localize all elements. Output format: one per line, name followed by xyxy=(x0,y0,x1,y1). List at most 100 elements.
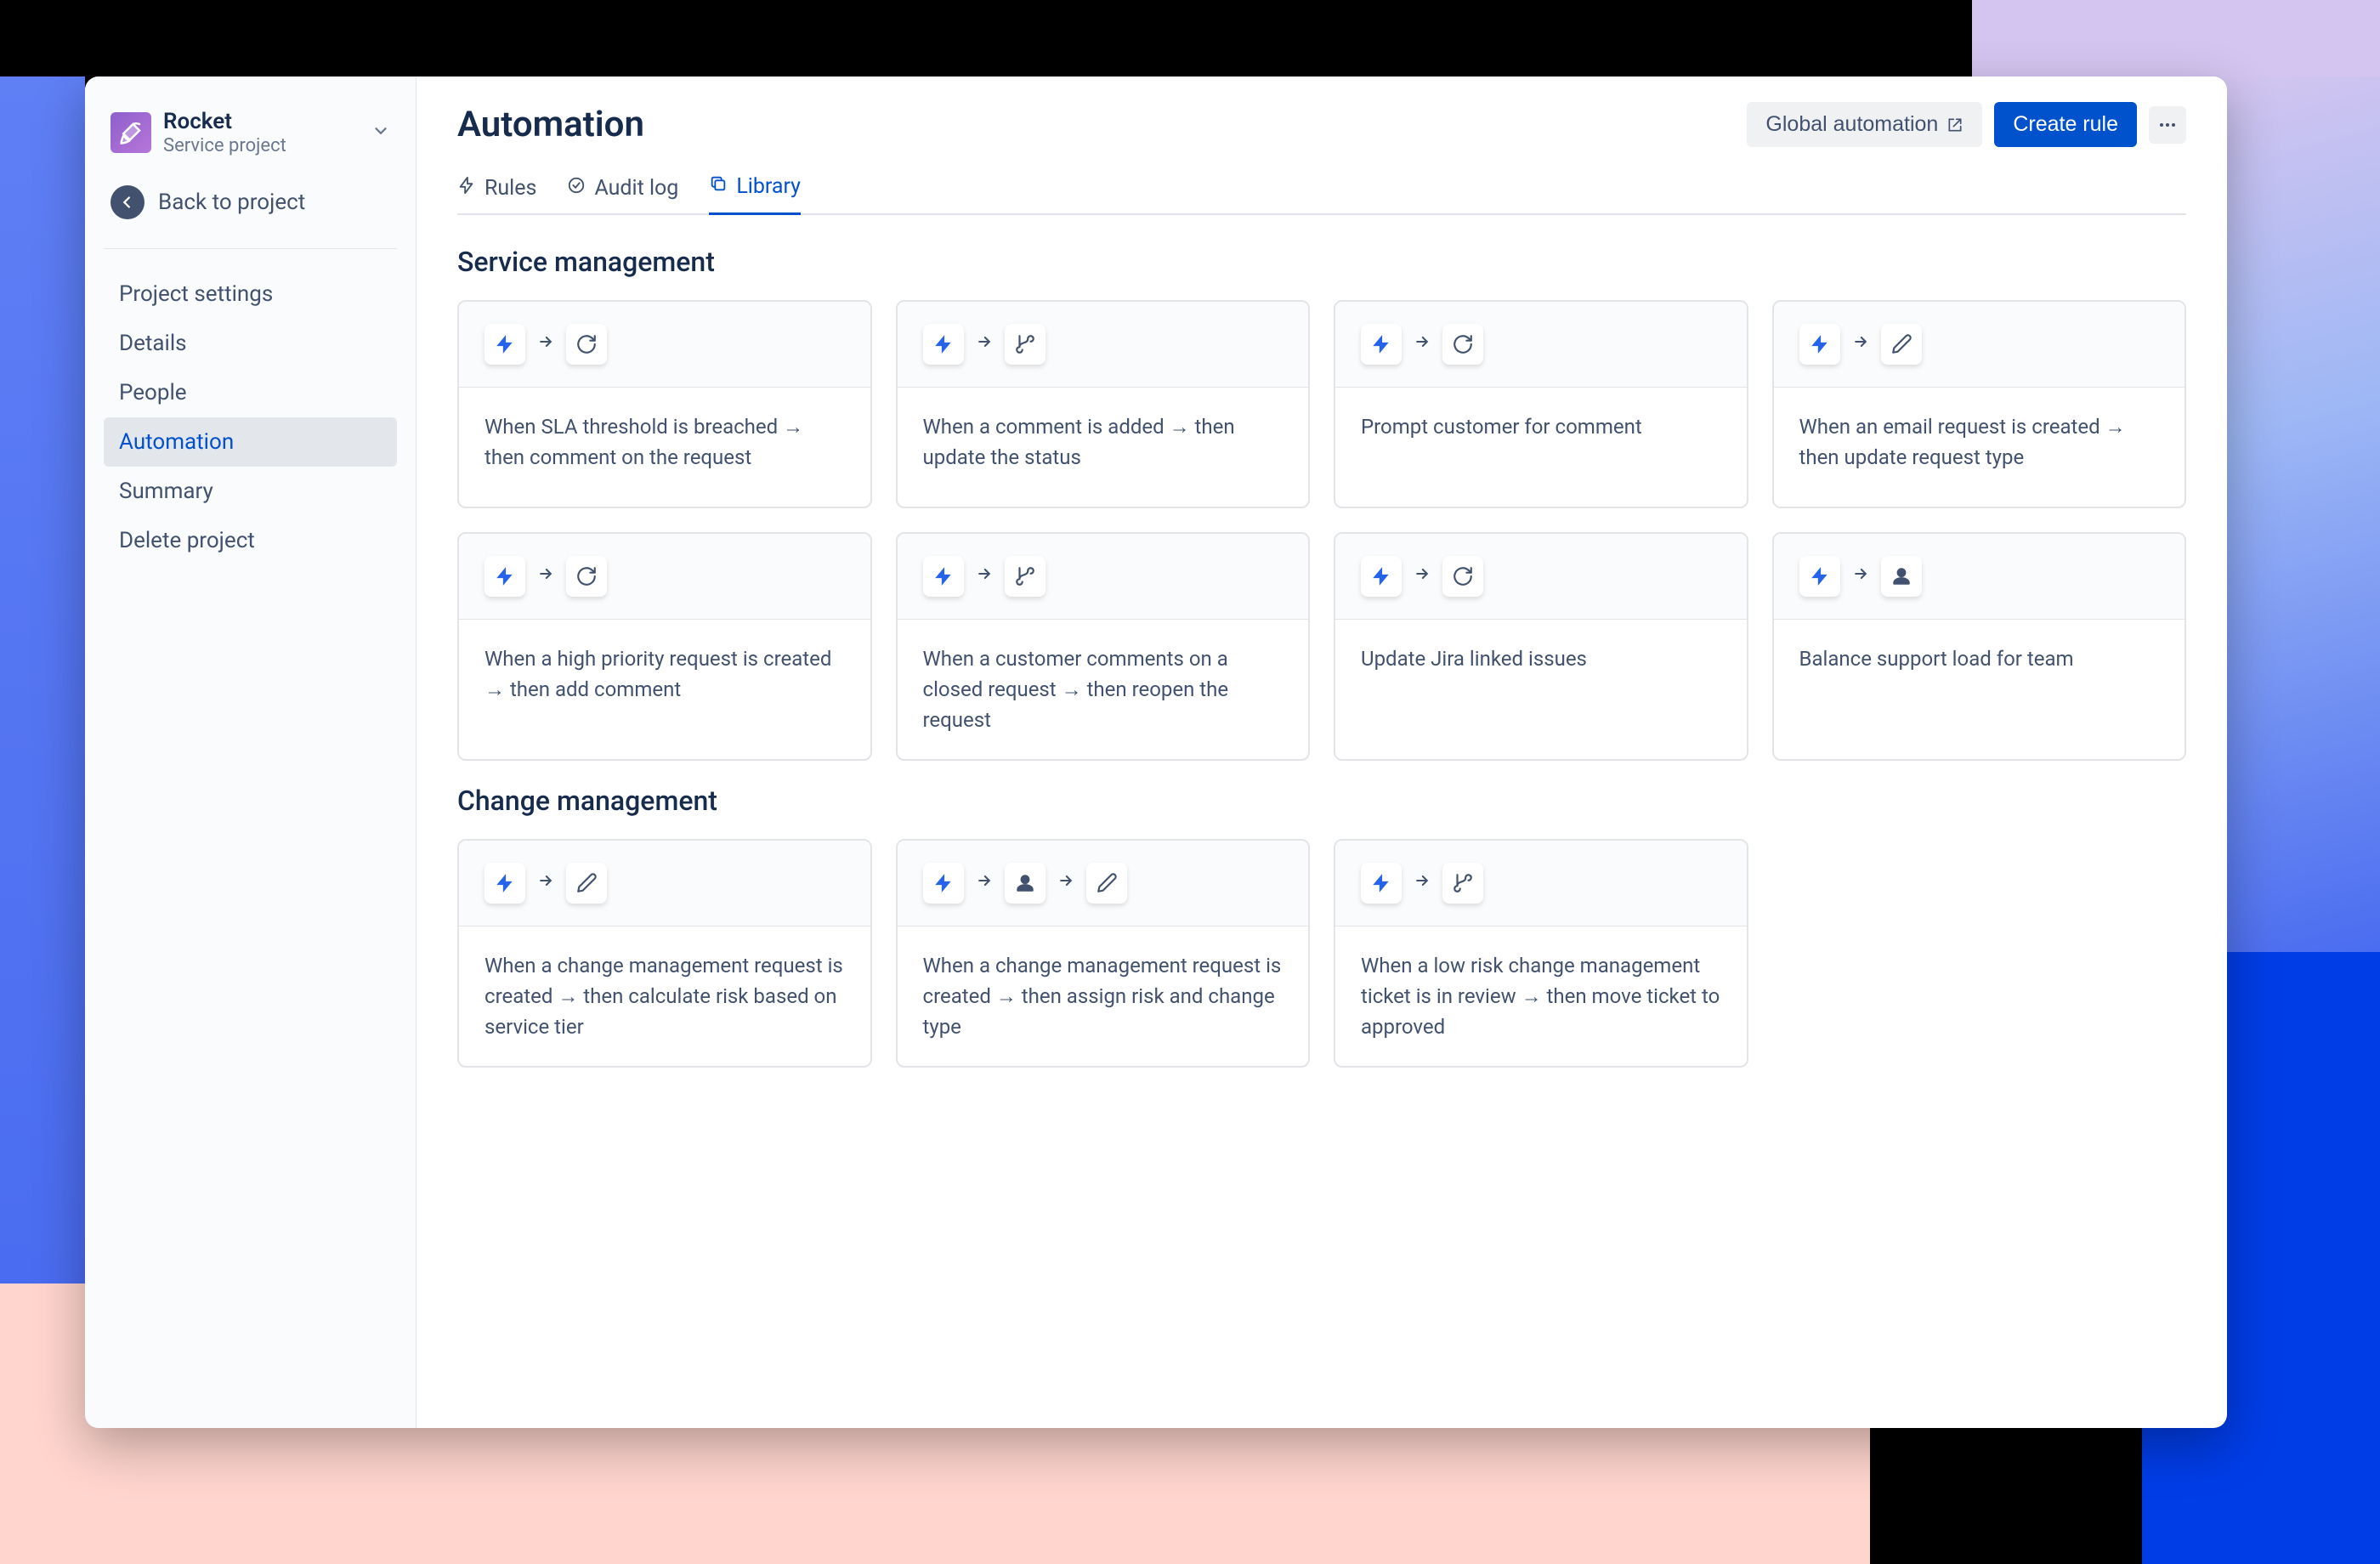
branch-icon xyxy=(1005,324,1046,365)
project-type: Service project xyxy=(163,135,360,156)
bolt-outline-icon xyxy=(457,176,476,201)
card-header xyxy=(1335,534,1747,620)
card-header xyxy=(898,302,1309,388)
tab-library[interactable]: Library xyxy=(709,167,801,215)
refresh-icon xyxy=(1442,324,1483,365)
nav-item-people[interactable]: People xyxy=(104,368,397,417)
bolt-icon xyxy=(1799,324,1840,365)
nav-item-project-settings[interactable]: Project settings xyxy=(104,269,397,319)
automation-card[interactable]: When a low risk change management ticket… xyxy=(1334,839,1748,1068)
card-header xyxy=(1774,534,2185,620)
tab-label: Library xyxy=(736,174,801,199)
create-rule-label: Create rule xyxy=(2013,112,2118,137)
nav-item-delete-project[interactable]: Delete project xyxy=(104,516,397,565)
card-grid: When SLA threshold is breached → then co… xyxy=(457,300,2186,761)
sections-container: Service management When SLA threshold is… xyxy=(457,246,2186,1068)
bolt-icon xyxy=(1361,324,1402,365)
card-description: When a change management request is crea… xyxy=(898,926,1309,1066)
bolt-icon xyxy=(1361,556,1402,597)
branch-icon xyxy=(1442,863,1483,904)
more-actions-button[interactable] xyxy=(2149,106,2186,144)
arrow-right-icon xyxy=(1852,333,1869,355)
more-icon xyxy=(2157,115,2178,135)
tab-label: Audit log xyxy=(594,176,678,201)
chevron-down-icon xyxy=(371,122,390,144)
automation-card[interactable]: Update Jira linked issues xyxy=(1334,532,1748,761)
project-name: Rocket xyxy=(163,109,360,135)
check-circle-icon xyxy=(567,176,586,201)
card-description: When a customer comments on a closed req… xyxy=(898,620,1309,759)
card-header xyxy=(1774,302,2185,388)
bolt-icon xyxy=(923,556,964,597)
main-content: Automation Global automation Create rule… xyxy=(416,76,2227,1428)
bolt-icon xyxy=(484,863,525,904)
card-description: When SLA threshold is breached → then co… xyxy=(459,388,870,507)
automation-card[interactable]: When an email request is created → then … xyxy=(1772,300,2187,508)
bolt-icon xyxy=(484,556,525,597)
automation-card[interactable]: When a comment is added → then update th… xyxy=(896,300,1311,508)
page-title: Automation xyxy=(457,104,644,145)
nav-item-summary[interactable]: Summary xyxy=(104,467,397,516)
page-header: Automation Global automation Create rule xyxy=(457,102,2186,147)
divider xyxy=(104,248,397,249)
project-info: Rocket Service project xyxy=(163,109,360,156)
global-automation-label: Global automation xyxy=(1765,112,1938,137)
person-icon xyxy=(1881,556,1922,597)
card-description: When an email request is created → then … xyxy=(1774,388,2185,507)
card-header xyxy=(898,534,1309,620)
external-link-icon xyxy=(1946,116,1964,133)
bolt-icon xyxy=(1361,863,1402,904)
automation-card[interactable]: When a change management request is crea… xyxy=(896,839,1311,1068)
automation-card[interactable]: When SLA threshold is breached → then co… xyxy=(457,300,872,508)
arrow-right-icon xyxy=(1852,565,1869,587)
card-description: Balance support load for team xyxy=(1774,620,2185,759)
arrow-right-icon xyxy=(1057,872,1074,894)
arrow-right-icon xyxy=(976,565,993,587)
arrow-right-icon xyxy=(537,333,554,355)
branch-icon xyxy=(1005,556,1046,597)
edit-icon xyxy=(1086,863,1127,904)
section-title: Change management xyxy=(457,785,2186,817)
card-header xyxy=(1335,302,1747,388)
project-switcher[interactable]: Rocket Service project xyxy=(104,102,397,168)
bolt-icon xyxy=(1799,556,1840,597)
create-rule-button[interactable]: Create rule xyxy=(1994,102,2137,147)
nav-item-details[interactable]: Details xyxy=(104,319,397,368)
edit-icon xyxy=(1881,324,1922,365)
edit-icon xyxy=(566,863,607,904)
card-header xyxy=(459,302,870,388)
decoration xyxy=(0,76,85,1284)
arrow-right-icon xyxy=(1414,872,1431,894)
back-to-project[interactable]: Back to project xyxy=(104,168,397,243)
card-header xyxy=(459,534,870,620)
arrow-right-icon xyxy=(537,872,554,894)
section-title: Service management xyxy=(457,246,2186,278)
header-actions: Global automation Create rule xyxy=(1747,102,2186,147)
arrow-right-icon xyxy=(537,565,554,587)
back-label: Back to project xyxy=(158,190,305,215)
card-header xyxy=(1335,841,1747,926)
automation-card[interactable]: Prompt customer for comment xyxy=(1334,300,1748,508)
app-window: Rocket Service project Back to project P… xyxy=(85,76,2227,1428)
refresh-icon xyxy=(1442,556,1483,597)
arrow-right-icon xyxy=(976,333,993,355)
refresh-icon xyxy=(566,324,607,365)
bolt-icon xyxy=(484,324,525,365)
global-automation-button[interactable]: Global automation xyxy=(1747,102,1982,147)
card-header xyxy=(898,841,1309,926)
nav-list: Project settingsDetailsPeopleAutomationS… xyxy=(104,269,397,565)
tab-rules[interactable]: Rules xyxy=(457,167,536,215)
automation-card[interactable]: Balance support load for team xyxy=(1772,532,2187,761)
decoration xyxy=(1972,0,2380,76)
automation-card[interactable]: When a customer comments on a closed req… xyxy=(896,532,1311,761)
refresh-icon xyxy=(566,556,607,597)
tab-audit-log[interactable]: Audit log xyxy=(567,167,678,215)
card-description: Prompt customer for comment xyxy=(1335,388,1747,507)
automation-card[interactable]: When a high priority request is created … xyxy=(457,532,872,761)
person-icon xyxy=(1005,863,1046,904)
tabs: Rules Audit log Library xyxy=(457,167,2186,215)
bolt-icon xyxy=(923,324,964,365)
nav-item-automation[interactable]: Automation xyxy=(104,417,397,467)
rocket-icon xyxy=(110,112,151,153)
automation-card[interactable]: When a change management request is crea… xyxy=(457,839,872,1068)
